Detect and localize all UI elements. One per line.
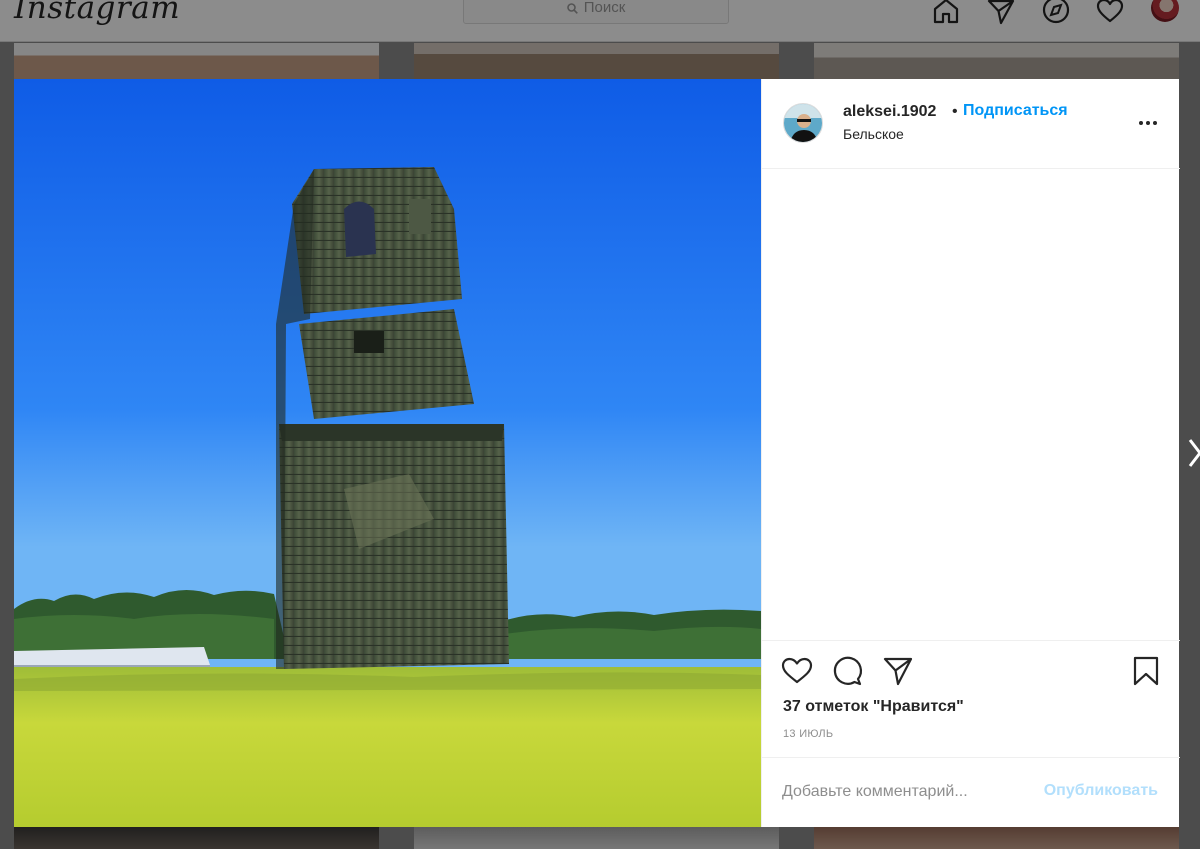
post-sidebar: aleksei.1902 • Подписаться Бельское 37 о… (761, 79, 1180, 827)
post-actions: 37 отметок "Нравится" 13 ИЮЛЬ (762, 640, 1180, 757)
post-header: aleksei.1902 • Подписаться Бельское (762, 79, 1180, 169)
comments-area (762, 169, 1180, 640)
author-username[interactable]: aleksei.1902 (843, 103, 936, 121)
likes-count[interactable]: 37 отметок "Нравится" (783, 698, 964, 716)
like-heart-icon[interactable] (781, 655, 813, 687)
post-photo[interactable] (14, 79, 761, 827)
comment-icon[interactable] (832, 655, 864, 687)
post-modal: aleksei.1902 • Подписаться Бельское 37 о… (14, 79, 1180, 827)
post-location[interactable]: Бельское (843, 126, 904, 142)
separator-dot: • (952, 103, 958, 120)
add-comment-section: Опубликовать (762, 757, 1180, 827)
author-avatar[interactable] (783, 103, 823, 143)
publish-button[interactable]: Опубликовать (1034, 782, 1158, 800)
follow-button[interactable]: Подписаться (963, 102, 1068, 120)
more-options-icon[interactable] (1136, 111, 1160, 135)
post-date[interactable]: 13 ИЮЛЬ (783, 728, 833, 740)
comment-input[interactable] (782, 780, 1022, 804)
chevron-right-icon[interactable] (1188, 436, 1200, 470)
save-bookmark-icon[interactable] (1130, 655, 1162, 687)
share-icon[interactable] (882, 655, 914, 687)
avatar-image (784, 104, 822, 142)
